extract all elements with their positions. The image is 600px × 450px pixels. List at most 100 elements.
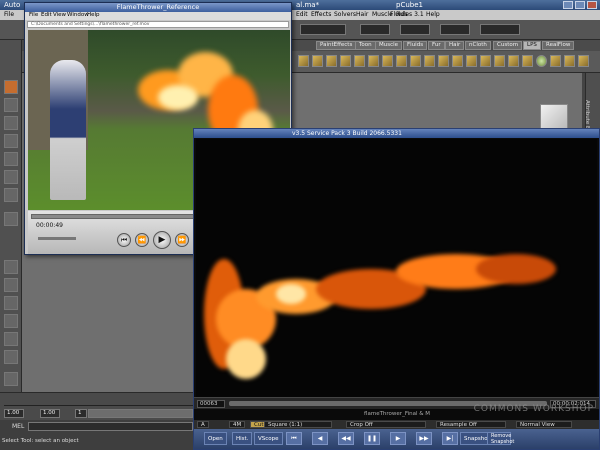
shelf-tool-icon[interactable] bbox=[508, 55, 519, 67]
frame-counter[interactable]: 00063 bbox=[197, 400, 225, 408]
shelf-tool-icon[interactable] bbox=[382, 55, 393, 67]
menu-effects[interactable]: Effects bbox=[311, 11, 331, 18]
shelf-tab-fur[interactable]: Fur bbox=[428, 41, 445, 50]
remove-snapshot-button[interactable]: Remove Snapshot bbox=[487, 432, 514, 445]
maya-window-controls bbox=[563, 1, 597, 9]
shelf-sphere-icon[interactable] bbox=[536, 55, 547, 67]
shelf-tool-icon[interactable] bbox=[466, 55, 477, 67]
shelf-tool-icon[interactable] bbox=[410, 55, 421, 67]
lasso-tool-icon[interactable] bbox=[4, 98, 18, 112]
help-line: Select Tool: select an object bbox=[2, 438, 79, 444]
goto-end-button[interactable]: ▶| bbox=[442, 432, 458, 445]
qt-menu-file[interactable]: File bbox=[29, 12, 38, 18]
timeline-ruler[interactable] bbox=[4, 396, 194, 406]
qt-rewind-button[interactable]: ⏪ bbox=[135, 233, 149, 247]
speed-select[interactable]: 4M bbox=[229, 421, 246, 428]
open-button[interactable]: Open bbox=[204, 432, 227, 445]
shelf-tab-fluids[interactable]: Fluids bbox=[403, 41, 428, 50]
play-backward-button[interactable]: ◀ bbox=[312, 432, 328, 445]
volume-slider[interactable] bbox=[38, 237, 76, 240]
layout-custom-icon[interactable] bbox=[4, 372, 18, 386]
shelf-tool-icon[interactable] bbox=[298, 55, 309, 67]
shelf-tab-custom[interactable]: Custom bbox=[493, 41, 523, 50]
qt-menu-window[interactable]: Window bbox=[67, 12, 89, 18]
resample-select[interactable]: Resample Off bbox=[436, 421, 506, 428]
manipulator-tool-icon[interactable] bbox=[4, 188, 18, 202]
menu-edit[interactable]: Edit bbox=[296, 11, 308, 18]
shelf-tool-icon[interactable] bbox=[340, 55, 351, 67]
range-bar[interactable] bbox=[88, 409, 193, 418]
shelf-tab-realflow[interactable]: RealFlow bbox=[542, 41, 575, 50]
layout-outliner-icon[interactable] bbox=[4, 314, 18, 328]
layout-hypershade-icon[interactable] bbox=[4, 350, 18, 364]
command-input[interactable] bbox=[28, 422, 193, 431]
shelf-tool-icon[interactable] bbox=[326, 55, 337, 67]
goto-start-button[interactable]: ⏮ bbox=[286, 432, 302, 445]
paint-tool-icon[interactable] bbox=[4, 116, 18, 130]
framecycler-viewer[interactable] bbox=[196, 139, 597, 399]
shelf-tool-icon[interactable] bbox=[438, 55, 449, 67]
shelf-tool-icon[interactable] bbox=[312, 55, 323, 67]
layout-two-icon[interactable] bbox=[4, 296, 18, 310]
aspect-select[interactable]: Square (1:1) bbox=[264, 421, 332, 428]
shelf-tool-icon[interactable] bbox=[424, 55, 435, 67]
shelf-tool-icon[interactable] bbox=[480, 55, 491, 67]
menu-file[interactable]: File bbox=[4, 11, 14, 18]
play-forward-button[interactable]: ▶ bbox=[390, 432, 406, 445]
shelf-tool-icon[interactable] bbox=[564, 55, 575, 67]
qt-forward-button[interactable]: ⏩ bbox=[175, 233, 189, 247]
step-forward-button[interactable]: ▶▶ bbox=[416, 432, 432, 445]
quicktime-menu-bar: File Edit View Window Help bbox=[25, 12, 291, 20]
qt-prev-button[interactable]: ⏮ bbox=[117, 233, 131, 247]
status-field[interactable] bbox=[400, 24, 430, 35]
layout-graph-icon[interactable] bbox=[4, 332, 18, 346]
status-field[interactable] bbox=[480, 24, 520, 35]
vscope-button[interactable]: VScope bbox=[254, 432, 283, 445]
range-playback-start-field[interactable]: 1.00 bbox=[40, 409, 60, 418]
maximize-button[interactable] bbox=[575, 1, 585, 9]
qt-menu-edit[interactable]: Edit bbox=[41, 12, 52, 18]
qt-menu-help[interactable]: Help bbox=[87, 12, 100, 18]
layout-four-icon[interactable] bbox=[4, 278, 18, 292]
menu-help[interactable]: Help bbox=[426, 11, 440, 18]
last-tool-icon[interactable] bbox=[4, 212, 18, 226]
pause-button[interactable]: ❚❚ bbox=[364, 432, 380, 445]
shelf-tab-ncloth[interactable]: nCloth bbox=[465, 41, 491, 50]
rotate-tool-icon[interactable] bbox=[4, 152, 18, 166]
menu-hair[interactable]: Hair bbox=[356, 11, 368, 18]
minimize-button[interactable] bbox=[563, 1, 573, 9]
qt-menu-view[interactable]: View bbox=[53, 12, 66, 18]
select-tool-icon[interactable] bbox=[4, 80, 18, 94]
shelf-tool-icon[interactable] bbox=[550, 55, 561, 67]
range-start-field[interactable]: 1.00 bbox=[4, 409, 24, 418]
move-tool-icon[interactable] bbox=[4, 134, 18, 148]
shelf-tool-icon[interactable] bbox=[578, 55, 589, 67]
shelf-tab-toon[interactable]: Toon bbox=[355, 41, 376, 50]
hist-button[interactable]: Hist. bbox=[232, 432, 253, 445]
close-button[interactable] bbox=[587, 1, 597, 9]
view-select[interactable]: Normal View bbox=[516, 421, 572, 428]
shelf-tab-lps[interactable]: LPS bbox=[523, 41, 541, 50]
channel-select[interactable]: A bbox=[197, 421, 209, 428]
shelf-tab-muscle[interactable]: Muscle bbox=[375, 41, 403, 50]
shelf-tool-icon[interactable] bbox=[396, 55, 407, 67]
status-field[interactable] bbox=[360, 24, 390, 35]
range-frame-field[interactable]: 1 bbox=[75, 409, 87, 418]
status-field[interactable] bbox=[440, 24, 470, 35]
crop-select[interactable]: Crop Off bbox=[346, 421, 426, 428]
step-back-button[interactable]: ◀◀ bbox=[338, 432, 354, 445]
view-cube-icon[interactable] bbox=[540, 104, 568, 130]
shelf-tab-painteffects[interactable]: PaintEffects bbox=[316, 41, 357, 50]
shelf-tool-icon[interactable] bbox=[354, 55, 365, 67]
qt-play-button[interactable]: ▶ bbox=[153, 231, 171, 249]
shelf-tool-icon[interactable] bbox=[522, 55, 533, 67]
menu-rules[interactable]: Rules 3.1 bbox=[396, 11, 424, 18]
layout-single-icon[interactable] bbox=[4, 260, 18, 274]
shelf-tab-hair[interactable]: Hair bbox=[445, 41, 465, 50]
shelf-tool-icon[interactable] bbox=[494, 55, 505, 67]
menu-solvers[interactable]: Solvers bbox=[334, 11, 356, 18]
shelf-tool-icon[interactable] bbox=[368, 55, 379, 67]
shelf-tool-icon[interactable] bbox=[452, 55, 463, 67]
scale-tool-icon[interactable] bbox=[4, 170, 18, 184]
status-field[interactable] bbox=[300, 24, 346, 35]
